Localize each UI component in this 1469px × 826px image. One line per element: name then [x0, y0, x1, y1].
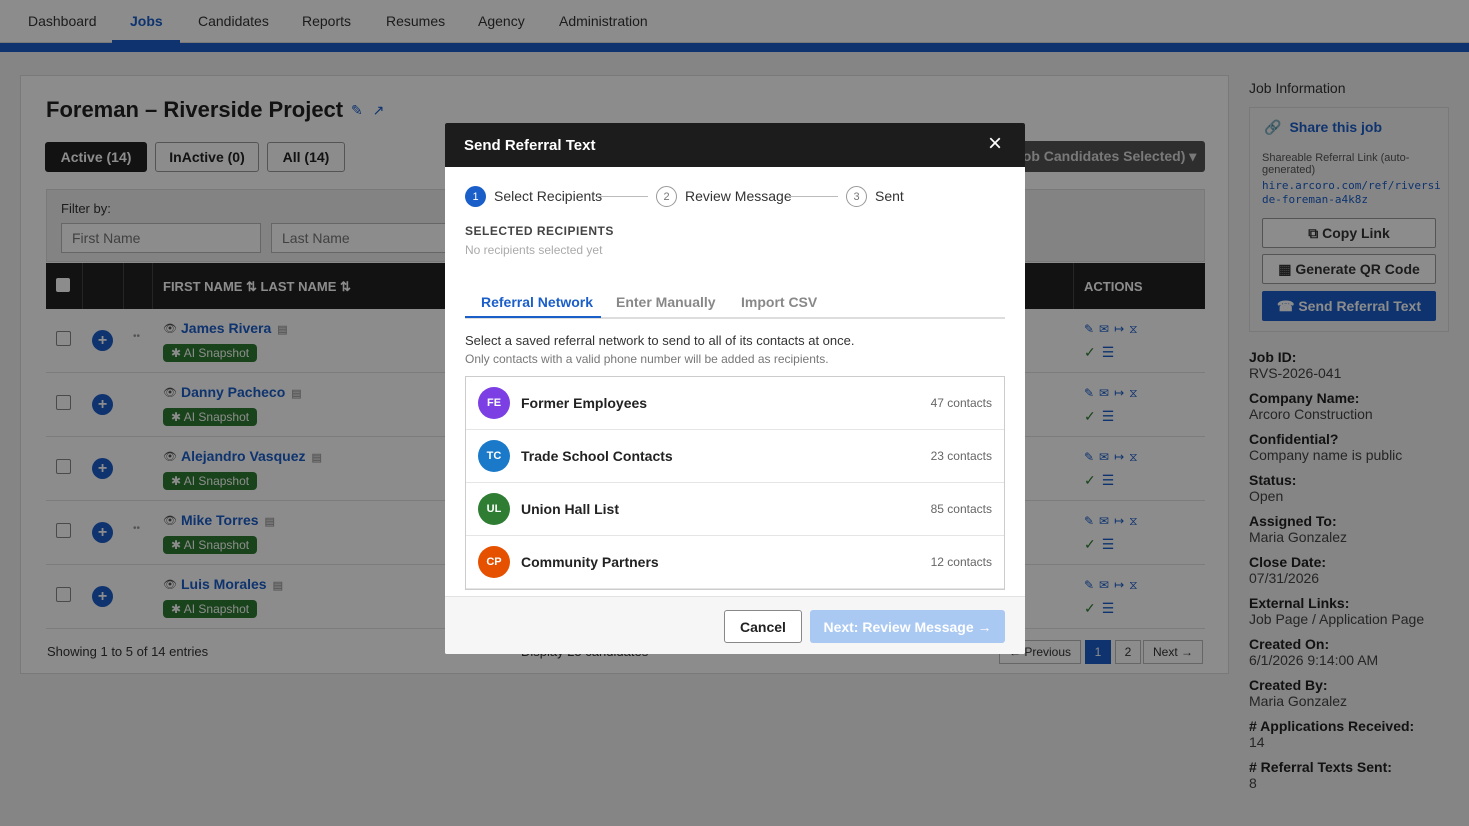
step-2-indicator: 2	[656, 186, 677, 207]
selected-recipients-empty: No recipients selected yet	[465, 243, 603, 257]
close-icon[interactable]: ×	[983, 132, 1007, 156]
recipient-source-tabs: Referral Network Enter Manually Import C…	[465, 290, 1005, 319]
network-item-former-employees[interactable]: FE Former Employees 47 contacts	[466, 377, 1004, 430]
modal-header: Send Referral Text ×	[445, 123, 1025, 167]
network-name: Union Hall List	[521, 501, 619, 517]
network-count: 23 contacts	[930, 449, 992, 463]
step-connector	[597, 196, 648, 197]
network-avatar: FE	[478, 387, 510, 419]
tab-enter-manually[interactable]: Enter Manually	[616, 294, 716, 310]
step-connector	[788, 196, 838, 197]
network-description: Select a saved referral network to send …	[465, 333, 855, 348]
referral-network-list: FE Former Employees 47 contacts TC Trade…	[465, 376, 1005, 590]
tab-referral-network[interactable]: Referral Network	[481, 294, 593, 310]
active-tab-indicator	[465, 316, 601, 318]
step-3-indicator: 3	[846, 186, 867, 207]
network-count: 47 contacts	[930, 396, 992, 410]
network-note: Only contacts with a valid phone number …	[465, 352, 829, 366]
step-3-label: Sent	[875, 188, 904, 204]
step-2-label: Review Message	[685, 188, 792, 204]
step-1-indicator: 1	[465, 186, 486, 207]
network-avatar: CP	[478, 546, 510, 578]
send-referral-text-modal: Send Referral Text × 1 Select Recipients…	[445, 123, 1025, 654]
modal-footer: Cancel Next: Review Message →	[445, 596, 1025, 654]
network-avatar: UL	[478, 493, 510, 525]
network-count: 12 contacts	[930, 555, 992, 569]
cancel-button[interactable]: Cancel	[724, 610, 802, 643]
network-item-union-hall-list[interactable]: UL Union Hall List 85 contacts	[466, 483, 1004, 536]
selected-recipients-heading: SELECTED RECIPIENTS	[465, 224, 614, 238]
network-avatar: TC	[478, 440, 510, 472]
step-1-label: Select Recipients	[494, 188, 603, 204]
network-name: Former Employees	[521, 395, 648, 411]
network-item-community-partners[interactable]: CP Community Partners 12 contacts	[466, 536, 1004, 589]
network-name: Community Partners	[521, 554, 659, 570]
network-count: 85 contacts	[930, 502, 992, 516]
next-review-message-button[interactable]: Next: Review Message →	[810, 610, 1005, 643]
tab-import-csv[interactable]: Import CSV	[741, 294, 817, 310]
network-item-trade-school-contacts[interactable]: TC Trade School Contacts 23 contacts	[466, 430, 1004, 483]
network-name: Trade School Contacts	[521, 448, 673, 464]
modal-title: Send Referral Text	[464, 137, 596, 154]
